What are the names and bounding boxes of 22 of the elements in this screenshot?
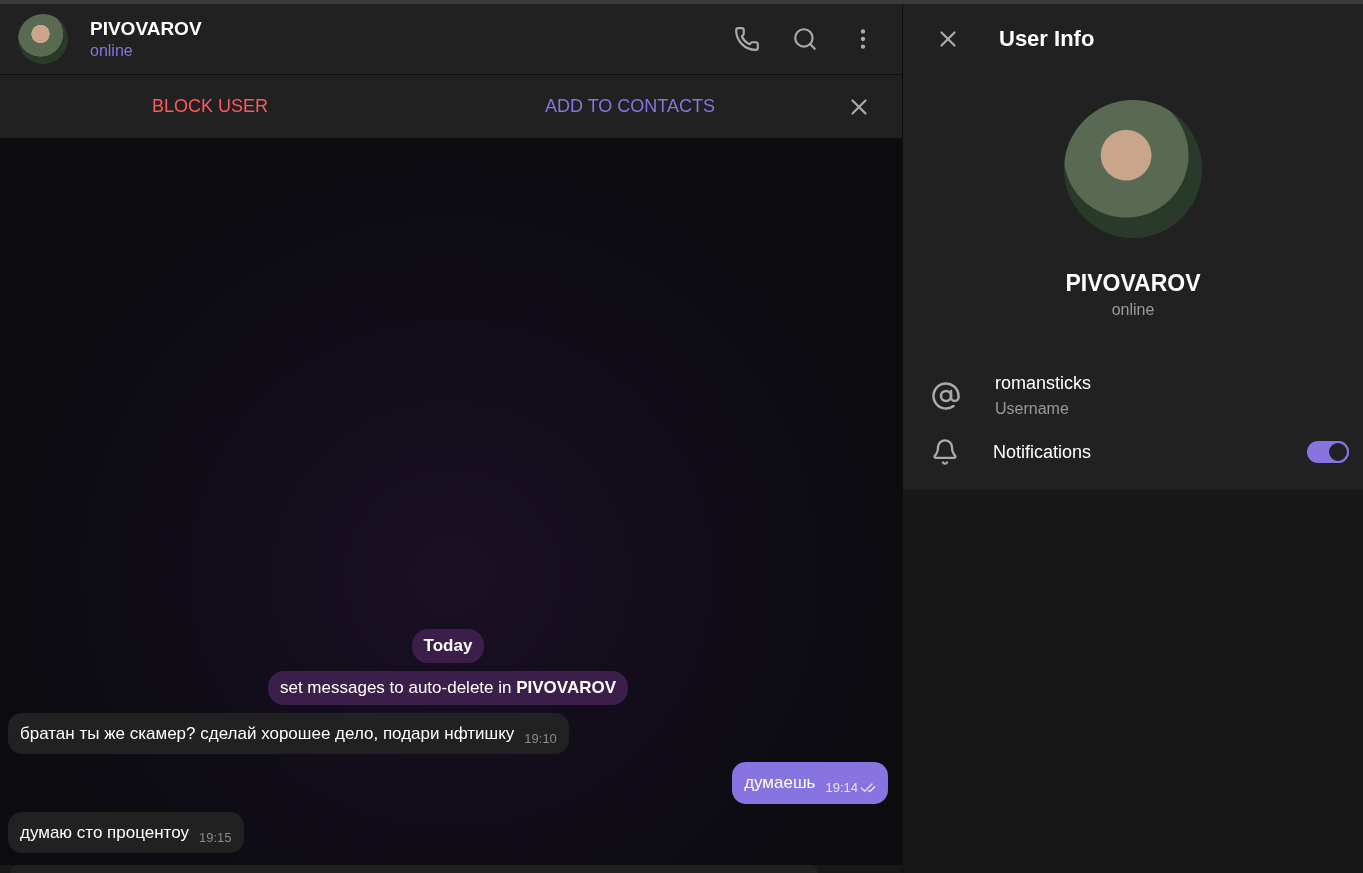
profile-name: PIVOVAROV [1065,270,1201,297]
username-label: Username [995,400,1070,418]
incoming-message: братан ты же скамер? сделай хорошее дело, подари нфтишку 19:10 [8,712,569,754]
bell-icon [931,438,959,466]
message-time: 19:15 [199,828,232,847]
block-user-button[interactable]: BLOCK USER [0,86,420,127]
contact-status: online [90,42,134,60]
notifications-label: Notifications [993,441,1093,463]
add-to-contacts-button[interactable]: ADD TO CONTACTS [420,86,840,127]
message-time: 19:14 [825,778,876,798]
incoming-message: думаю сто процентоу 19:15 [8,811,244,853]
at-sign-icon [931,380,961,411]
service-message: set messages to auto-delete in PIVOVAROV [267,670,629,705]
username-value: romansticks [995,373,1093,394]
panel-title: User Info [999,26,1095,52]
outgoing-message: думаешь 19:14 [732,762,888,804]
profile-status: online [1111,301,1155,319]
notifications-toggle[interactable] [1307,441,1349,463]
message-time: 19:10 [524,729,557,748]
avatar-photo-placeholder [18,14,68,64]
contact-name: PIVOVAROV [90,18,203,40]
date-label: Today [411,628,485,663]
